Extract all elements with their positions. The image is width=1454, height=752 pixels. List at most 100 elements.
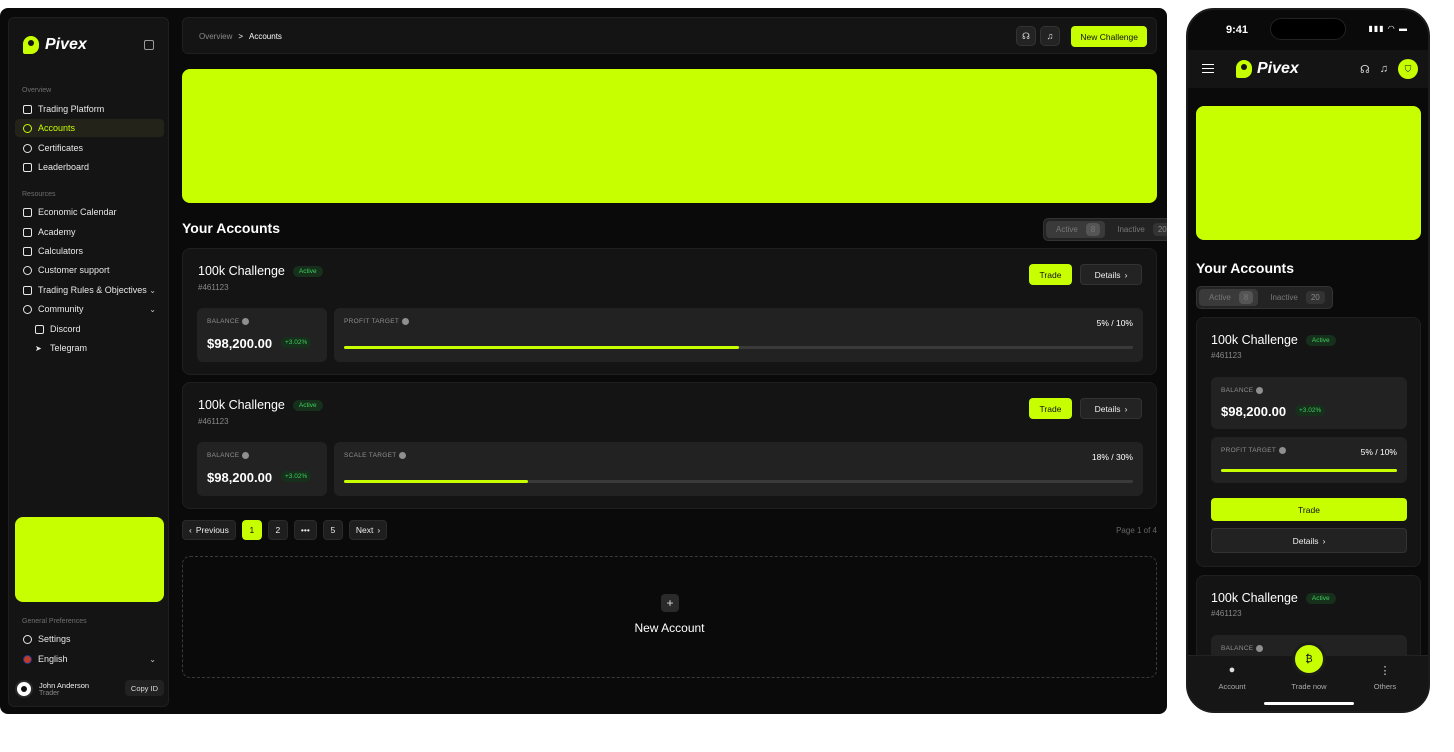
details-button[interactable]: Details ›	[1080, 398, 1142, 419]
user-role: Trader	[39, 690, 60, 697]
sidebar-item-accounts[interactable]: Accounts	[15, 119, 164, 137]
status-badge: Active	[1305, 592, 1336, 604]
sidebar-item-academy[interactable]: Academy	[15, 223, 164, 241]
new-account-button[interactable]: + New Account	[182, 556, 1157, 678]
copy-id-button[interactable]: Copy ID	[124, 680, 164, 696]
page-5-button[interactable]: 5	[322, 520, 343, 540]
balance-value: $98,200.00	[207, 336, 273, 351]
desktop-window: Pivex Overview Trading Platform Accounts…	[0, 8, 1167, 714]
page-1-button[interactable]: 1	[241, 520, 262, 540]
status-badge: Active	[1305, 334, 1336, 346]
sidebar-item-community[interactable]: Community ⌄	[15, 300, 164, 318]
account-id: #461123	[1211, 351, 1242, 360]
collapse-sidebar-icon[interactable]	[144, 40, 154, 50]
pivex-logo-icon	[23, 36, 39, 54]
trade-button[interactable]: Trade	[1211, 498, 1407, 521]
sidebar-item-trading-rules[interactable]: Trading Rules & Objectives ⌄	[15, 281, 164, 299]
balance-box: BALANCE $98,200.00 +3.02%	[1211, 377, 1407, 429]
tab-active[interactable]: Active 8	[1046, 221, 1106, 238]
flag-icon	[23, 162, 32, 172]
previous-page-button[interactable]: ‹ Previous	[182, 520, 236, 540]
next-page-button[interactable]: Next ›	[348, 520, 388, 540]
battery-icon: ▬	[1399, 24, 1408, 33]
trade-button[interactable]: Trade	[1029, 264, 1072, 285]
account-card: 100k Challenge Active #461123 Trade Detai…	[182, 248, 1157, 375]
page-title: Your Accounts	[1196, 260, 1295, 276]
bell-icon[interactable]: ♫	[1380, 63, 1388, 75]
page-info: Page 1 of 4	[1116, 526, 1157, 535]
breadcrumb-overview[interactable]: Overview	[199, 32, 232, 41]
telegram-icon: ➤	[35, 343, 42, 353]
sidebar-item-economic-calendar[interactable]: Economic Calendar	[15, 203, 164, 221]
info-icon[interactable]	[242, 318, 250, 325]
notifications-button[interactable]: ♫	[1040, 26, 1060, 46]
sidebar-item-calculators[interactable]: Calculators	[15, 242, 164, 260]
breadcrumb-separator: >	[238, 32, 244, 41]
headset-icon: ☊	[1022, 30, 1030, 41]
support-headset-button[interactable]: ☊	[1016, 26, 1036, 46]
avatar[interactable]	[15, 680, 33, 698]
sidebar-item-certificates[interactable]: Certificates	[15, 139, 164, 157]
page-2-button[interactable]: 2	[267, 520, 288, 540]
brand-name: Pivex	[1257, 60, 1299, 77]
page-title: Your Accounts	[182, 220, 281, 236]
sidebar-item-telegram[interactable]: ➤ Telegram	[15, 339, 164, 357]
user-name: John Anderson	[39, 681, 90, 690]
gain-badge: +3.02%	[1295, 405, 1326, 416]
nav-others[interactable]: ⋮ Others	[1355, 664, 1415, 691]
sidebar-item-leaderboard[interactable]: Leaderboard	[15, 158, 164, 176]
balance-box: BALANCE $98,200.00 +3.02%	[197, 442, 327, 496]
info-icon[interactable]	[399, 452, 407, 459]
trade-now-fab-icon[interactable]: ₿	[1292, 642, 1326, 676]
nav-section-resources: Resources	[22, 191, 56, 198]
sidebar-item-trading-platform[interactable]: Trading Platform	[15, 100, 164, 118]
headset-icon[interactable]: ☊	[1360, 63, 1370, 76]
target-box: PROFIT TARGET 5% / 10%	[334, 308, 1143, 362]
logo[interactable]: Pivex	[1236, 60, 1299, 78]
sidebar-promo-banner[interactable]	[15, 517, 164, 602]
account-title: 100k Challenge Active	[1211, 591, 1336, 605]
status-badge: Active	[292, 399, 323, 411]
chevron-down-icon: ⌄	[149, 654, 156, 664]
tab-active[interactable]: Active 8	[1199, 289, 1259, 306]
page-ellipsis[interactable]: •••	[293, 520, 317, 540]
account-title: 100k Challenge Active	[198, 264, 323, 278]
nav-account[interactable]: ● Account	[1202, 664, 1262, 691]
cart-icon[interactable]: ⛉	[1398, 59, 1418, 79]
info-icon[interactable]	[1256, 387, 1264, 394]
progress-bar	[344, 480, 1133, 483]
brand-name: Pivex	[45, 36, 87, 53]
sidebar-item-discord[interactable]: Discord	[15, 320, 164, 338]
account-card: 100k Challenge Active #461123 BALANCE $98…	[1196, 317, 1421, 567]
chevron-right-icon: ›	[1124, 403, 1128, 414]
promo-banner[interactable]	[182, 69, 1157, 203]
pivex-logo-icon	[1236, 60, 1252, 78]
trade-button[interactable]: Trade	[1029, 398, 1072, 419]
info-icon[interactable]	[1279, 447, 1287, 454]
info-icon[interactable]	[1256, 645, 1264, 652]
tab-inactive[interactable]: Inactive 20	[1107, 221, 1167, 238]
user-icon	[23, 123, 32, 133]
info-icon[interactable]	[242, 452, 250, 459]
sidebar-item-customer-support[interactable]: Customer support	[15, 261, 164, 279]
mobile-promo-banner[interactable]	[1196, 106, 1421, 240]
new-challenge-button[interactable]: New Challenge	[1071, 26, 1147, 47]
details-button[interactable]: Details ›	[1211, 528, 1407, 553]
home-indicator	[1264, 702, 1354, 705]
target-value: 5% / 10%	[1096, 318, 1133, 328]
calculator-icon	[23, 246, 32, 256]
menu-icon[interactable]	[1202, 64, 1214, 73]
tab-inactive[interactable]: Inactive 20	[1260, 289, 1329, 306]
language-select[interactable]: English ⌄	[15, 650, 164, 668]
breadcrumb: Overview > Accounts	[199, 32, 282, 41]
status-time: 9:41	[1226, 24, 1249, 36]
nav-trade-now[interactable]: Trade now	[1279, 682, 1339, 691]
logo[interactable]: Pivex	[23, 36, 87, 54]
chevron-down-icon: ⌄	[149, 304, 156, 314]
status-badge: Active	[292, 265, 323, 277]
chevron-down-icon: ⌄	[149, 285, 156, 295]
balance-box: BALANCE $98,200.00 +3.02%	[197, 308, 327, 362]
info-icon[interactable]	[402, 318, 410, 325]
details-button[interactable]: Details ›	[1080, 264, 1142, 285]
sidebar-item-settings[interactable]: Settings	[15, 630, 164, 648]
